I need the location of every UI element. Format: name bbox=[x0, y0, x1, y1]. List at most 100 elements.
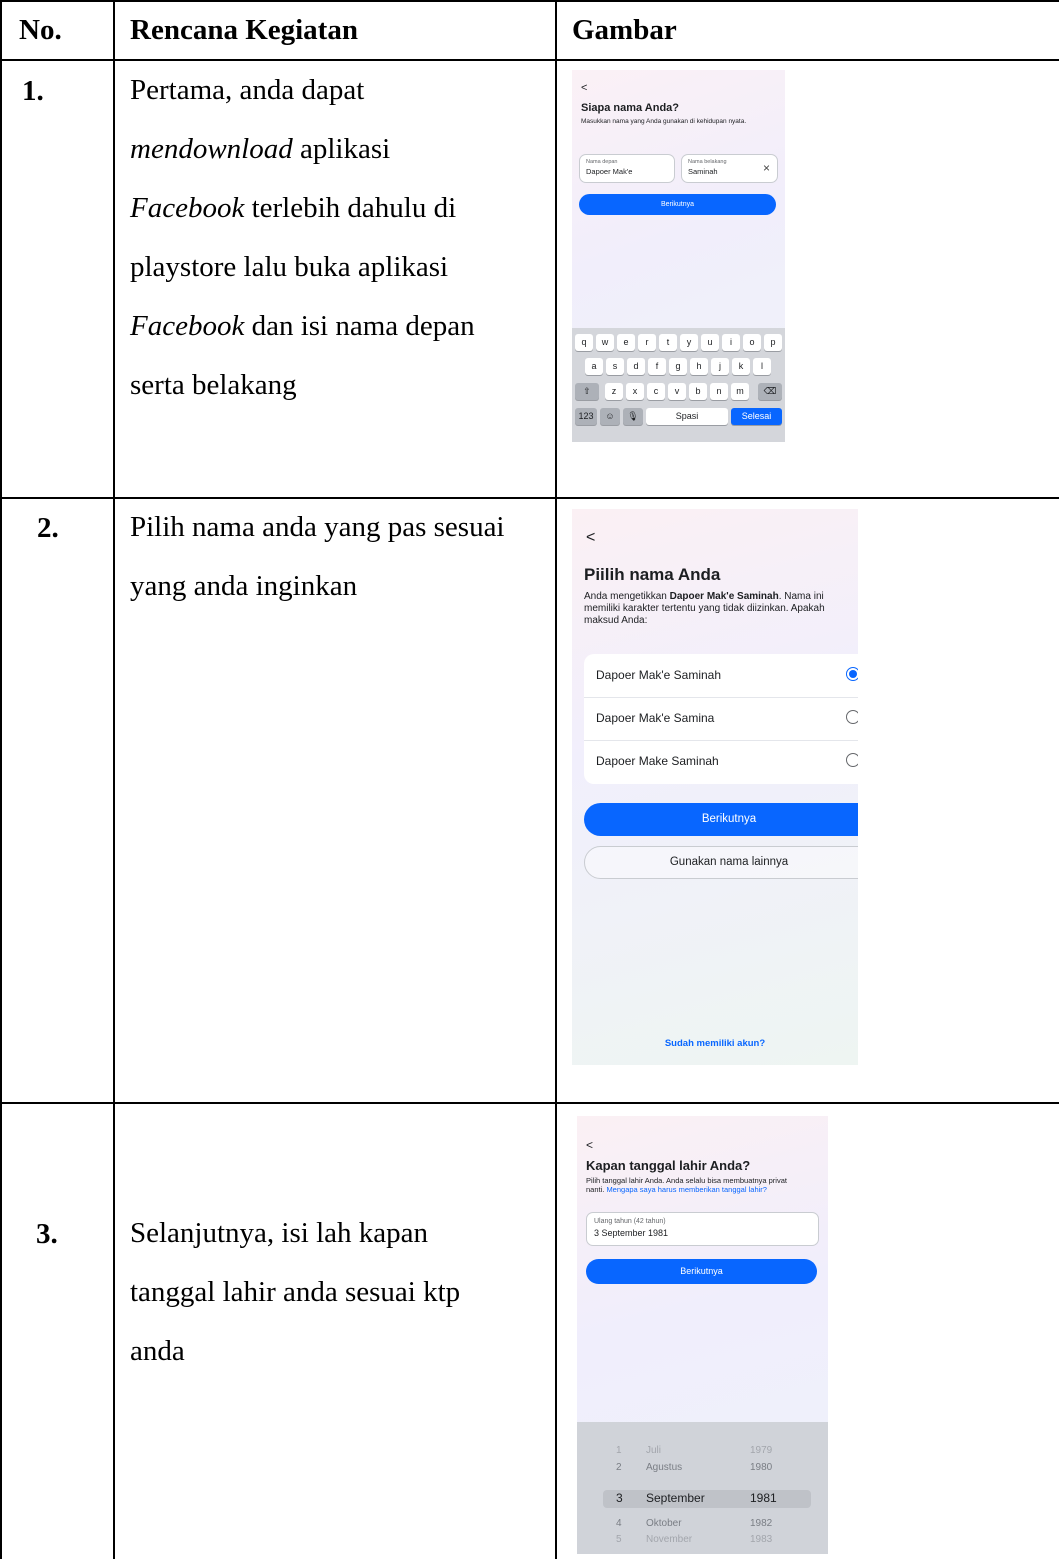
name-option-label: Dapoer Make Saminah bbox=[596, 754, 719, 768]
back-icon[interactable]: < bbox=[581, 82, 587, 94]
key-t[interactable]: t bbox=[659, 334, 677, 351]
use-other-name-button[interactable]: Gunakan nama lainnya bbox=[584, 846, 858, 879]
key-o[interactable]: o bbox=[743, 334, 761, 351]
description-line: yang anda inginkan bbox=[130, 557, 505, 616]
picker-year: 1981 bbox=[750, 1491, 777, 1505]
done-key[interactable]: Selesai bbox=[731, 408, 782, 425]
key-j[interactable]: j bbox=[711, 358, 729, 375]
text-run: playstore lalu buka aplikasi bbox=[130, 251, 449, 283]
screen-description: Masukkan nama yang Anda gunakan di kehid… bbox=[581, 118, 747, 125]
key-y[interactable]: y bbox=[680, 334, 698, 351]
emoji-key-icon[interactable]: ☺ bbox=[600, 408, 620, 425]
key-h[interactable]: h bbox=[690, 358, 708, 375]
row-number: 3. bbox=[36, 1218, 58, 1250]
key-x[interactable]: x bbox=[626, 383, 644, 400]
header-rencana-kegiatan: Rencana Kegiatan bbox=[130, 14, 358, 46]
typed-name: Dapoer Mak'e Saminah bbox=[669, 591, 779, 602]
key-a[interactable]: a bbox=[585, 358, 603, 375]
row-number: 2. bbox=[37, 512, 59, 544]
description-line: Pilih nama anda yang pas sesuai bbox=[130, 498, 505, 557]
already-have-account-link[interactable]: Sudah memiliki akun? bbox=[572, 1038, 858, 1049]
description-line: mendownload aplikasi bbox=[130, 120, 475, 179]
birthday-field[interactable]: Ulang tahun (42 tahun) 3 September 1981 bbox=[586, 1212, 819, 1246]
radio-unselected-icon[interactable] bbox=[846, 710, 858, 724]
text-run: anda bbox=[130, 1335, 185, 1367]
radio-selected-icon[interactable] bbox=[846, 667, 858, 681]
screen-title: Siapa nama Anda? bbox=[581, 102, 680, 114]
next-button[interactable]: Berikutnya bbox=[584, 803, 858, 836]
picker-year: 1982 bbox=[750, 1518, 773, 1529]
row-number: 1. bbox=[22, 75, 44, 107]
birthday-value: 3 September 1981 bbox=[594, 1228, 669, 1238]
picker-day: 1 bbox=[616, 1445, 622, 1456]
birthday-label: Ulang tahun (42 tahun) bbox=[594, 1218, 666, 1225]
last-name-field[interactable]: Nama belakang Saminah × bbox=[681, 154, 778, 183]
key-n[interactable]: n bbox=[710, 383, 728, 400]
key-k[interactable]: k bbox=[732, 358, 750, 375]
name-option[interactable]: Dapoer Mak'e Samina bbox=[584, 697, 858, 740]
radio-unselected-icon[interactable] bbox=[846, 753, 858, 767]
key-d[interactable]: d bbox=[627, 358, 645, 375]
description-line: Facebook terlebih dahulu di bbox=[130, 179, 475, 238]
first-name-field[interactable]: Nama depan Dapoer Mak'e bbox=[579, 154, 675, 183]
backspace-key-icon[interactable]: ⌫ bbox=[758, 383, 782, 400]
picker-month: Oktober bbox=[646, 1518, 682, 1529]
description-line: Selanjutnya, isi lah kapan bbox=[130, 1204, 460, 1263]
key-f[interactable]: f bbox=[648, 358, 666, 375]
text-run: tanggal lahir anda sesuai ktp bbox=[130, 1276, 461, 1308]
key-e[interactable]: e bbox=[617, 334, 635, 351]
italic-term: Facebook bbox=[130, 192, 245, 224]
picker-year: 1979 bbox=[750, 1445, 773, 1456]
key-g[interactable]: g bbox=[669, 358, 687, 375]
key-z[interactable]: z bbox=[605, 383, 623, 400]
back-icon[interactable]: < bbox=[586, 529, 595, 547]
numbers-key[interactable]: 123 bbox=[575, 408, 597, 425]
name-options-list: Dapoer Mak'e Saminah Dapoer Mak'e Samina D… bbox=[584, 654, 858, 784]
space-key[interactable]: Spasi bbox=[646, 408, 728, 425]
first-name-label: Nama depan bbox=[586, 159, 618, 165]
next-button[interactable]: Berikutnya bbox=[586, 1259, 817, 1284]
key-v[interactable]: v bbox=[668, 383, 686, 400]
key-b[interactable]: b bbox=[689, 383, 707, 400]
picker-selection-band bbox=[603, 1490, 811, 1508]
picker-day: 5 bbox=[616, 1534, 622, 1545]
key-p[interactable]: p bbox=[764, 334, 782, 351]
key-w[interactable]: w bbox=[596, 334, 614, 351]
next-button[interactable]: Berikutnya bbox=[579, 194, 776, 215]
text-run: yang anda inginkan bbox=[130, 570, 358, 602]
last-name-label: Nama belakang bbox=[688, 159, 727, 165]
picker-day: 3 bbox=[616, 1491, 623, 1505]
last-name-value: Saminah bbox=[688, 167, 718, 176]
key-m[interactable]: m bbox=[731, 383, 749, 400]
on-screen-keyboard: q w e r t y u i o p a s d f g h j k l ⇧ z x c v b n m ⌫ 123 ☺ 🎙 Spasi Se… bbox=[572, 328, 785, 442]
shift-key-icon[interactable]: ⇧ bbox=[575, 383, 599, 400]
clear-icon[interactable]: × bbox=[763, 161, 770, 175]
table-column-divider bbox=[113, 0, 115, 1559]
picker-month: November bbox=[646, 1534, 693, 1545]
name-option[interactable]: Dapoer Mak'e Saminah bbox=[584, 654, 858, 697]
table-border-left bbox=[0, 0, 2, 1559]
key-i[interactable]: i bbox=[722, 334, 740, 351]
text-run: terlebih dahulu di bbox=[244, 192, 457, 224]
description-line: serta belakang bbox=[130, 356, 475, 415]
name-option-label: Dapoer Mak'e Saminah bbox=[596, 668, 722, 682]
key-q[interactable]: q bbox=[575, 334, 593, 351]
why-birthday-link[interactable]: Mengapa saya harus memberikan tanggal la… bbox=[606, 1185, 767, 1194]
back-icon[interactable]: < bbox=[586, 1138, 593, 1152]
activity-description: Pertama, anda dapat mendownload aplikasi F… bbox=[130, 61, 475, 415]
key-s[interactable]: s bbox=[606, 358, 624, 375]
date-picker[interactable]: 1 Juli 1979 2 Agustus 1980 3 September 1981 4 Okto… bbox=[577, 1422, 828, 1554]
italic-term: mendownload bbox=[130, 133, 293, 165]
key-l[interactable]: l bbox=[753, 358, 771, 375]
mic-key-icon[interactable]: 🎙 bbox=[623, 408, 643, 425]
screen-title: Piilih nama Anda bbox=[584, 565, 721, 584]
description-line: anda bbox=[130, 1322, 460, 1381]
text-run: dan isi nama depan bbox=[244, 310, 475, 342]
key-u[interactable]: u bbox=[701, 334, 719, 351]
name-option[interactable]: Dapoer Make Saminah bbox=[584, 740, 858, 783]
table-row-divider bbox=[0, 1102, 1059, 1104]
picker-year: 1983 bbox=[750, 1534, 773, 1545]
header-no: No. bbox=[19, 14, 62, 46]
key-r[interactable]: r bbox=[638, 334, 656, 351]
key-c[interactable]: c bbox=[647, 383, 665, 400]
